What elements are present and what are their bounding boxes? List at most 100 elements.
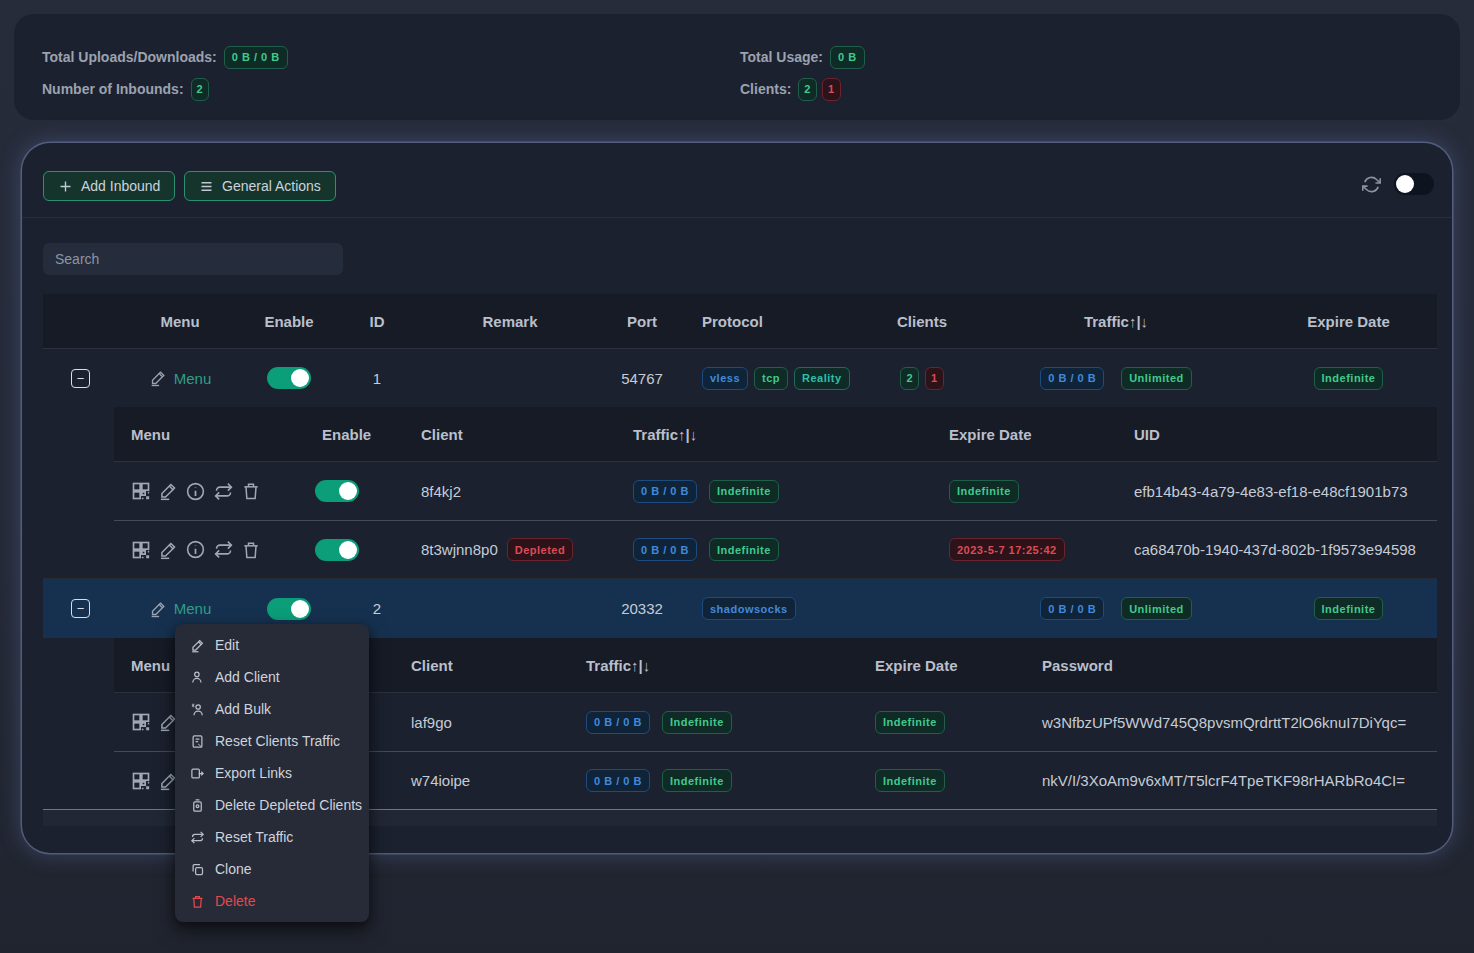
collapse-row-button[interactable]: −	[71, 369, 90, 388]
inbound-protocols: vless tcp Reality	[682, 367, 886, 390]
traffic-badge: 0 B / 0 B	[633, 480, 697, 503]
info-icon[interactable]	[185, 481, 206, 502]
header-enable: Enable	[242, 313, 336, 330]
trash-icon	[190, 894, 205, 909]
menu-item-export-links[interactable]: Export Links	[175, 757, 369, 789]
qrcode-icon[interactable]	[131, 481, 151, 501]
header-expire: Expire Date	[932, 426, 1117, 443]
general-actions-button[interactable]: General Actions	[184, 171, 336, 201]
table-header: Menu Enable ID Remark Port Protocol Clie…	[43, 294, 1437, 349]
trash-icon[interactable]	[241, 481, 261, 501]
inbound-traffic: 0 B / 0 B Unlimited	[958, 367, 1274, 390]
stat-value-badge: 2	[191, 78, 210, 101]
search-input[interactable]	[43, 243, 343, 275]
stat-total-usage: Total Usage: 0 B	[740, 45, 865, 69]
edit-pen-icon	[149, 369, 167, 387]
stat-total-uploads-downloads: Total Uploads/Downloads: 0 B / 0 B	[42, 45, 288, 69]
inbound-clients: 2 1	[886, 367, 958, 390]
stats-panel: Total Uploads/Downloads: 0 B / 0 B Numbe…	[14, 14, 1460, 120]
expire-badge: Indefinite	[875, 711, 945, 734]
traffic-limit-badge: Unlimited	[1121, 367, 1192, 390]
header-menu: Menu	[118, 313, 242, 330]
traffic-badge: 0 B / 0 B	[586, 711, 650, 734]
add-inbound-button[interactable]: Add Inbound	[43, 171, 175, 201]
delete-depleted-icon	[190, 798, 205, 813]
clients-depleted-badge: 1	[822, 78, 841, 101]
stat-label: Total Usage:	[740, 49, 823, 65]
inbound-enable-toggle[interactable]	[267, 367, 311, 389]
expire-badge: Indefinite	[1314, 597, 1384, 620]
inbound-port: 20332	[602, 600, 682, 617]
refresh-icon[interactable]	[1362, 175, 1381, 194]
user-add-icon	[190, 670, 205, 685]
expire-badge: Indefinite	[875, 769, 945, 792]
inbound-id: 1	[336, 370, 418, 387]
qrcode-icon[interactable]	[131, 771, 151, 791]
menu-item-delete-depleted-clients[interactable]: Delete Depleted Clients	[175, 789, 369, 821]
traffic-badge: 0 B / 0 B	[586, 769, 650, 792]
client-enable-toggle[interactable]	[315, 480, 359, 502]
inbound-id: 2	[336, 600, 418, 617]
client-name: 8f4kj2	[421, 483, 461, 500]
header-enable: Enable	[305, 426, 404, 443]
menu-item-add-bulk[interactable]: Add Bulk	[175, 693, 369, 725]
qrcode-icon[interactable]	[131, 540, 151, 560]
traffic-limit-badge: Indefinite	[662, 769, 732, 792]
inbound-menu-button[interactable]: Menu	[149, 600, 212, 618]
header-expire: Expire Date	[858, 657, 1025, 674]
inbound-context-menu: Edit Add Client Add Bulk Reset Clients T…	[175, 624, 369, 922]
protocol-badge: tcp	[754, 367, 788, 390]
header-uid: UID	[1117, 426, 1437, 443]
edit-pen-icon[interactable]	[158, 540, 178, 560]
reset-traffic-icon[interactable]	[213, 539, 234, 560]
menu-item-reset-clients-traffic[interactable]: Reset Clients Traffic	[175, 725, 369, 757]
dark-mode-toggle[interactable]	[1394, 173, 1434, 195]
menu-lines-icon	[199, 179, 214, 194]
info-icon[interactable]	[185, 539, 206, 560]
protocol-badge: vless	[702, 367, 748, 390]
collapse-row-button[interactable]: −	[71, 599, 90, 618]
header-traffic[interactable]: Traffic↑|↓	[958, 313, 1274, 330]
menu-item-add-client[interactable]: Add Client	[175, 661, 369, 693]
inbound-expire: Indefinite	[1274, 367, 1437, 390]
header-traffic[interactable]: Traffic↑|↓	[569, 657, 858, 674]
expire-badge: 2023-5-7 17:25:42	[949, 538, 1065, 561]
header-port: Port	[602, 313, 682, 330]
traffic-limit-badge: Indefinite	[709, 480, 779, 503]
inbound-menu-button[interactable]: Menu	[149, 369, 212, 387]
traffic-badge: 0 B / 0 B	[1040, 367, 1104, 390]
edit-pen-icon[interactable]	[158, 481, 178, 501]
trash-icon[interactable]	[241, 540, 261, 560]
client-uid: efb14b43-4a79-4e83-ef18-e48cf1901b73	[1117, 483, 1437, 500]
subtable-header: Menu Enable Client Traffic↑|↓ Expire Dat…	[114, 407, 1437, 462]
menu-item-edit[interactable]: Edit	[175, 629, 369, 661]
client-enable-toggle[interactable]	[315, 539, 359, 561]
traffic-badge: 0 B / 0 B	[1040, 597, 1104, 620]
header-client: Client	[404, 426, 616, 443]
inbound-port: 54767	[602, 370, 682, 387]
expire-badge: Indefinite	[1314, 367, 1384, 390]
client-password: w3NfbzUPf5WWd745Q8pvsmQrdrttT2lO6knuI7Di…	[1025, 714, 1437, 731]
header-expire: Expire Date	[1274, 313, 1437, 330]
menu-item-clone[interactable]: Clone	[175, 853, 369, 885]
stat-label: Total Uploads/Downloads:	[42, 49, 217, 65]
protocol-badge: shadowsocks	[702, 597, 796, 620]
clients-subtable-1: Menu Enable Client Traffic↑|↓ Expire Dat…	[114, 407, 1437, 578]
traffic-limit-badge: Unlimited	[1121, 597, 1192, 620]
header-protocol: Protocol	[682, 313, 886, 330]
inbound-expire: Indefinite	[1274, 597, 1437, 620]
plus-icon	[58, 179, 73, 194]
inbound-enable-toggle[interactable]	[267, 598, 311, 620]
qrcode-icon[interactable]	[131, 712, 151, 732]
client-password: nkV/I/3XoAm9v6xMT/T5lcrF4TpeTKF98rHARbRo…	[1025, 772, 1437, 789]
header-clients: Clients	[886, 313, 958, 330]
stat-number-of-inbounds: Number of Inbounds: 2	[42, 77, 209, 101]
menu-item-reset-traffic[interactable]: Reset Traffic	[175, 821, 369, 853]
header-traffic[interactable]: Traffic↑|↓	[616, 426, 932, 443]
stat-clients: Clients: 2 1	[740, 77, 841, 101]
expire-badge: Indefinite	[949, 480, 1019, 503]
reset-traffic-icon[interactable]	[213, 481, 234, 502]
protocol-badge: Reality	[794, 367, 850, 390]
client-uid: ca68470b-1940-437d-802b-1f9573e94598	[1117, 541, 1437, 558]
menu-item-delete[interactable]: Delete	[175, 885, 369, 917]
